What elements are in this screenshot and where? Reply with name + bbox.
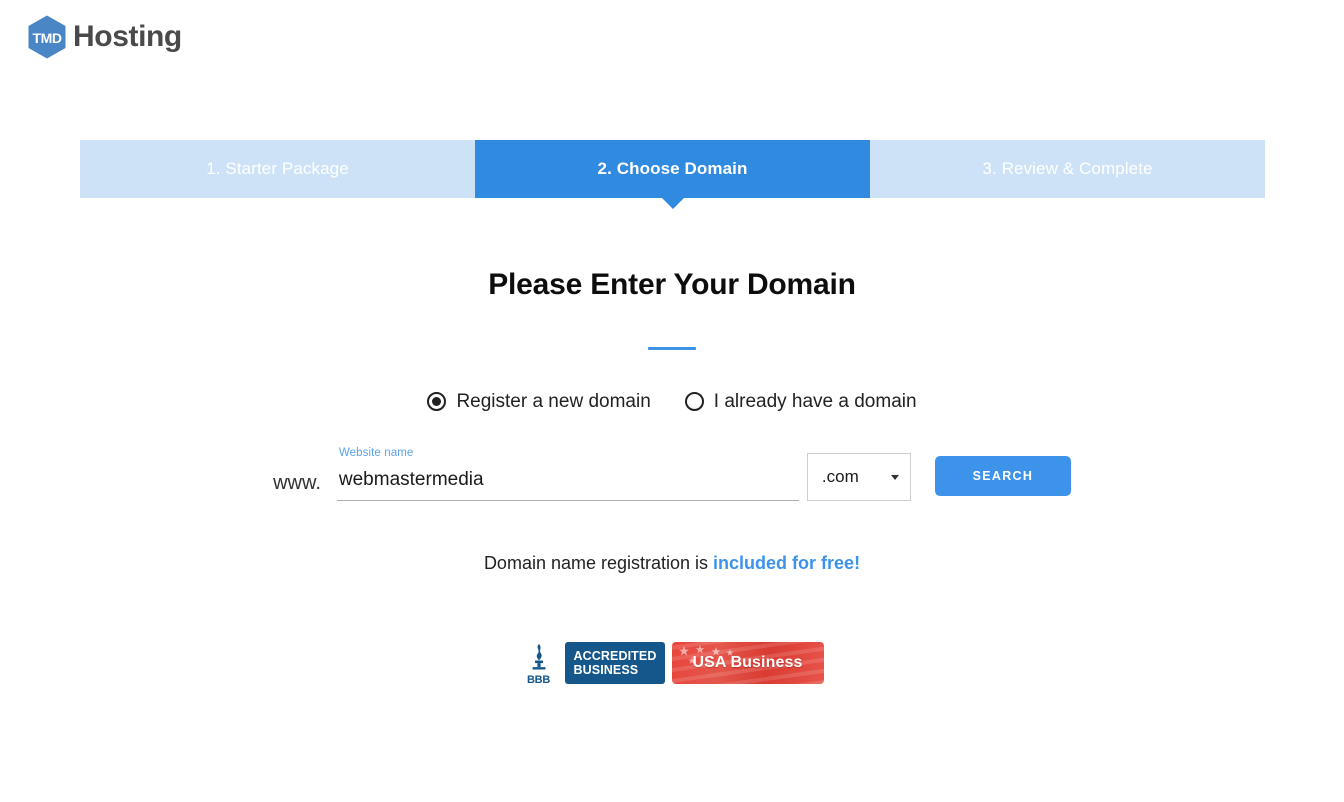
tld-select[interactable]: .com [806,453,911,501]
domain-search-form: www. Website name .com SEARCH [0,447,1344,501]
bbb-accredited-business-badge[interactable]: ACCREDITED BUSINESS [564,642,665,684]
trust-badges: BBB ACCREDITED BUSINESS USA Business [0,640,1344,686]
step-label: 3. Review & Complete [982,159,1153,178]
radio-selected-icon[interactable] [427,392,447,411]
website-name-label: Website name [338,447,414,459]
accredited-line-1: ACCREDITED [573,649,657,663]
website-name-input[interactable] [336,469,799,501]
logo-wordmark: Hosting [73,20,182,53]
title-divider [648,347,696,350]
domain-mode-radio-group: Register a new domain I already have a d… [0,392,1344,411]
page-title: Please Enter Your Domain [488,268,856,301]
free-note-prefix: Domain name registration is [483,553,714,573]
step-tab-choose-domain[interactable]: 2. Choose Domain [475,140,870,209]
svg-text:TMD: TMD [32,30,61,46]
free-registration-note: Domain name registration is included for… [0,553,1344,574]
domain-selection-panel: Please Enter Your Domain Register a new … [0,198,1344,686]
usa-business-badge[interactable]: USA Business [671,642,824,684]
tmd-hexagon-icon: TMD [24,14,70,60]
search-button[interactable]: SEARCH [934,455,1071,496]
checkout-steps: 1. Starter Package 2. Choose Domain 3. R… [80,140,1265,209]
step-label: 1. Starter Package [206,159,349,178]
radio-unselected-icon[interactable] [684,392,704,411]
radio-already-have-domain[interactable]: I already have a domain [684,391,917,412]
radio-register-new-domain[interactable]: Register a new domain [427,391,651,412]
page-header: TMD Hosting [0,0,1344,74]
www-prefix-label: www. [273,472,321,494]
chevron-down-icon [890,474,899,480]
tld-selected-value: .com [821,467,859,486]
bbb-label: BBB [527,674,550,686]
tmdhosting-logo[interactable]: TMD Hosting [24,14,194,60]
step-tab-review-complete[interactable]: 3. Review & Complete [870,140,1265,198]
free-note-highlight: included for free! [713,553,861,573]
step-tab-starter-package[interactable]: 1. Starter Package [80,140,475,198]
bbb-torch-icon[interactable]: BBB [521,640,557,686]
website-name-field-wrap: Website name [336,447,799,501]
radio-label: I already have a domain [713,391,917,412]
usa-business-label: USA Business [692,654,803,671]
radio-label: Register a new domain [456,391,651,412]
accredited-line-2: BUSINESS [573,663,639,677]
step-label: 2. Choose Domain [597,159,748,178]
